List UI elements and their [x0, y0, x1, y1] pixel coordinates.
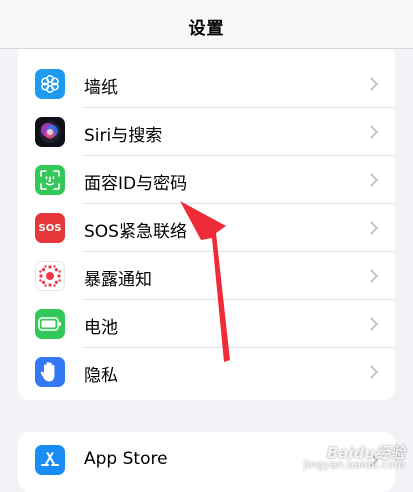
settings-row-face-id[interactable]: 面容ID与密码: [18, 156, 395, 204]
watermark-url: jingyan.baidu.com: [303, 458, 405, 471]
hand-privacy-icon: [35, 357, 65, 387]
settings-group: 墙纸 Siri与搜索 面容ID与密码 SOS SOS紧急联络 暴露通知 电池 隐…: [18, 40, 395, 400]
settings-row-label: 电池: [84, 318, 118, 338]
chevron-right-icon: [370, 221, 379, 235]
settings-row-wallpaper[interactable]: 墙纸: [18, 60, 395, 108]
battery-icon: [35, 309, 65, 339]
chevron-right-icon: [370, 269, 379, 283]
chevron-right-icon: [370, 77, 379, 91]
settings-row-label: 墙纸: [84, 78, 118, 98]
wallpaper-icon: [35, 69, 65, 99]
settings-row-siri[interactable]: Siri与搜索: [18, 108, 395, 156]
settings-row-label: 面容ID与密码: [84, 174, 188, 194]
chevron-right-icon: [370, 317, 379, 331]
app-store-icon: [35, 445, 65, 475]
baidu-jingyan-watermark: Baidu经验 jingyan.baidu.com: [303, 446, 405, 471]
face-id-icon: [35, 165, 65, 195]
sos-icon-text: SOS: [38, 222, 62, 234]
settings-row-label: SOS紧急联络: [84, 222, 187, 242]
settings-row-label: App Store: [84, 449, 168, 469]
page-title: 设置: [188, 19, 225, 39]
settings-row-label: 隐私: [84, 366, 118, 386]
settings-row-exposure[interactable]: 暴露通知: [18, 252, 395, 300]
settings-row-label: 暴露通知: [84, 270, 152, 290]
siri-icon: [35, 117, 65, 147]
sos-icon: SOS: [35, 213, 65, 243]
settings-row-privacy[interactable]: 隐私: [18, 348, 395, 396]
settings-row-sos[interactable]: SOS SOS紧急联络: [18, 204, 395, 252]
chevron-right-icon: [370, 125, 379, 139]
settings-row-battery[interactable]: 电池: [18, 300, 395, 348]
chevron-right-icon: [370, 173, 379, 187]
navigation-bar: 设置: [0, 0, 413, 49]
settings-row-label: Siri与搜索: [84, 126, 163, 146]
chevron-right-icon: [370, 365, 379, 379]
exposure-notification-icon: [35, 261, 65, 291]
